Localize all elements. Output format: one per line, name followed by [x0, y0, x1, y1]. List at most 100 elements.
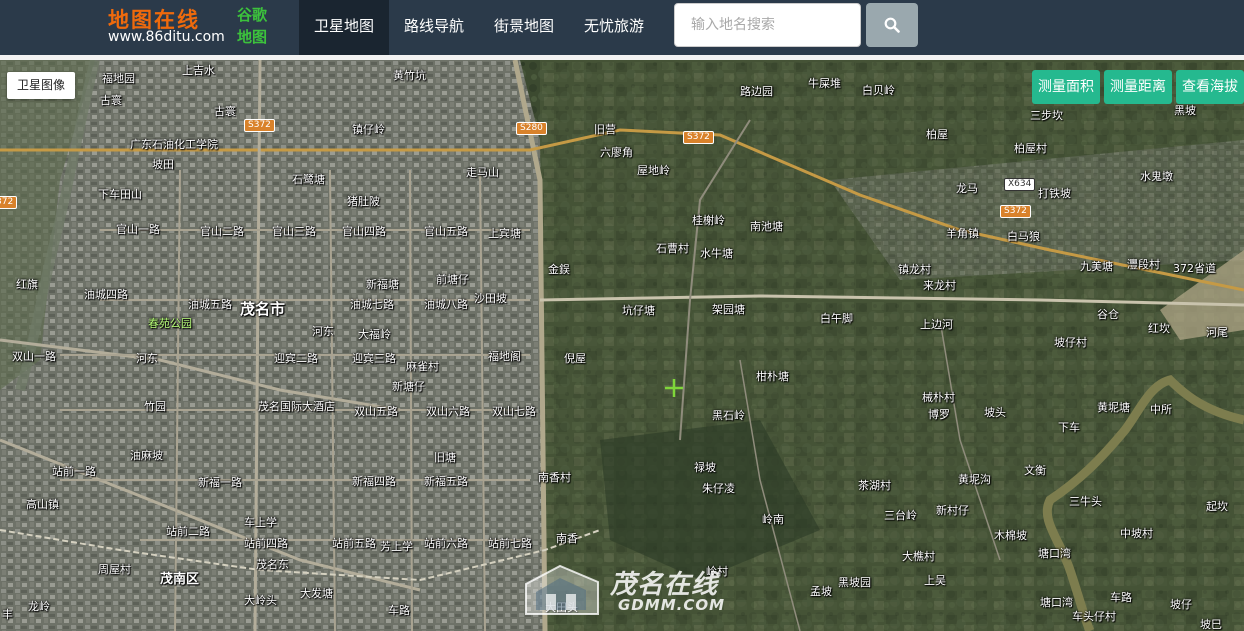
- map-label: 站前二路: [166, 525, 210, 538]
- map-tools: 测量面积 测量距离 查看海拔: [1032, 70, 1244, 104]
- map-label: 竹园: [144, 400, 166, 413]
- map-label: 倪屋: [564, 352, 586, 365]
- map-label: 油城五路: [188, 298, 232, 311]
- road-shield: S372: [244, 119, 275, 132]
- map-label: 金鋘: [548, 263, 570, 276]
- nav-route-navigation[interactable]: 路线导航: [389, 0, 479, 55]
- map-label: 站前一路: [52, 465, 96, 478]
- map-label: 六廖角: [600, 146, 633, 159]
- map-label: 黑坡: [1174, 104, 1196, 117]
- map-label: 谷仓: [1097, 308, 1119, 321]
- map-label: 古寰: [214, 105, 236, 118]
- map-label: 镇龙村: [898, 263, 931, 276]
- map-label: 黄竹坑: [393, 69, 426, 82]
- map-label: 上吉水: [182, 64, 215, 77]
- site-logo[interactable]: 地图在线 www.86ditu.com 谷歌地图: [108, 4, 288, 50]
- map-label-city: 茂名市: [240, 300, 286, 318]
- map-label: 春苑公园: [148, 317, 192, 330]
- map-label: 河东: [312, 325, 334, 338]
- satellite-map[interactable]: S372 S280 S372 X634 S372 372 福地园 上吉水 黄竹坑…: [0, 60, 1244, 631]
- map-label: 古寰: [100, 94, 122, 107]
- map-label: 白午脚: [820, 312, 853, 325]
- map-label: 广东石油化工学院: [130, 138, 218, 151]
- map-label: 大樵村: [902, 550, 935, 563]
- map-label: 中坡村: [1120, 527, 1153, 540]
- map-label: 车头仔村: [1072, 610, 1116, 623]
- map-label: 南香: [556, 532, 578, 545]
- search-button[interactable]: [866, 3, 918, 47]
- map-label: 南池塘: [750, 220, 783, 233]
- logo-url: www.86ditu.com: [108, 29, 225, 45]
- map-label: 372省道: [1173, 262, 1216, 275]
- map-label: 白马狼: [1007, 230, 1040, 243]
- satellite-image-toggle[interactable]: 卫星图像: [7, 72, 76, 99]
- measure-distance-button[interactable]: 测量距离: [1104, 70, 1172, 104]
- map-label: 羊角镇: [946, 227, 979, 240]
- map-label: 沙田坡: [474, 292, 507, 305]
- map-label: 水牛塘: [700, 247, 733, 260]
- map-label: 九美塘: [1080, 260, 1113, 273]
- map-label: 官山三路: [272, 225, 316, 238]
- map-label: 茂名国际大酒店: [258, 400, 335, 413]
- map-label: 大发塘: [300, 587, 333, 600]
- map-label: 龙马: [956, 182, 978, 195]
- map-label: 新福塘: [366, 278, 399, 291]
- map-label: 柏屋: [926, 128, 948, 141]
- map-label: 站前六路: [424, 537, 468, 550]
- map-label: 站前五路: [332, 537, 376, 550]
- map-label: 油城四路: [84, 288, 128, 301]
- map-label: 新福五路: [424, 475, 468, 488]
- map-label: 官山五路: [424, 225, 468, 238]
- map-label: 文衡: [1024, 464, 1046, 477]
- map-label: 官山一路: [116, 223, 160, 236]
- map-label: 三牛头: [1069, 495, 1102, 508]
- map-label: 新村仔: [936, 504, 969, 517]
- map-label: 河东: [136, 352, 158, 365]
- road-shield: S280: [516, 122, 547, 135]
- search-input[interactable]: [674, 3, 861, 47]
- measure-area-button[interactable]: 测量面积: [1032, 70, 1100, 104]
- main-nav: 卫星地图 路线导航 街景地图 无忧旅游: [299, 0, 659, 55]
- view-elevation-button[interactable]: 查看海拔: [1176, 70, 1244, 104]
- map-label: 柑朴塘: [756, 370, 789, 383]
- map-label: 芳上学: [380, 540, 413, 553]
- map-label: 福地阁: [488, 350, 521, 363]
- map-label: 南香村: [538, 471, 571, 484]
- nav-satellite-map[interactable]: 卫星地图: [299, 0, 390, 55]
- map-label: 石曹村: [656, 242, 689, 255]
- nav-travel[interactable]: 无忧旅游: [569, 0, 659, 55]
- map-label: 双山六路: [426, 405, 470, 418]
- map-label: 迎宾三路: [352, 352, 396, 365]
- map-label: 三台岭: [884, 509, 917, 522]
- map-label: 路边园: [740, 85, 773, 98]
- search-icon: [884, 17, 900, 33]
- road-shield: S372: [683, 131, 714, 144]
- map-label: 上边河: [920, 318, 953, 331]
- logo-subtitle: 谷歌地图: [237, 6, 268, 46]
- map-label: 高山镇: [26, 498, 59, 511]
- map-label: 木棉坡: [994, 529, 1027, 542]
- map-label: 起坎: [1206, 500, 1228, 513]
- map-label: 黄坭塘: [1097, 401, 1130, 414]
- map-label: 迎宾二路: [274, 352, 318, 365]
- map-label: 架园塘: [712, 303, 745, 316]
- map-label: 屋地岭: [637, 164, 670, 177]
- map-label: 打铁坡: [1038, 187, 1071, 200]
- map-label: 塘口湾: [1038, 547, 1071, 560]
- crosshair-icon: [665, 379, 683, 397]
- map-label: 大岭头: [244, 594, 277, 607]
- map-label: 新福四路: [352, 475, 396, 488]
- map-label: 双山一路: [12, 350, 56, 363]
- map-label: 红旗: [16, 278, 38, 291]
- map-label: 旧营: [594, 123, 616, 136]
- watermark-logo-icon: [525, 564, 599, 615]
- map-label: 丰: [2, 608, 13, 621]
- nav-street-view[interactable]: 街景地图: [479, 0, 569, 55]
- map-label: 周屋村: [98, 563, 131, 576]
- road-shield: S372: [1000, 205, 1031, 218]
- map-label: 新福一路: [198, 476, 242, 489]
- road-shield: X634: [1004, 178, 1036, 191]
- map-label: 双山七路: [492, 405, 536, 418]
- map-label: 双山五路: [354, 405, 398, 418]
- map-label: 麻雀村: [406, 360, 439, 373]
